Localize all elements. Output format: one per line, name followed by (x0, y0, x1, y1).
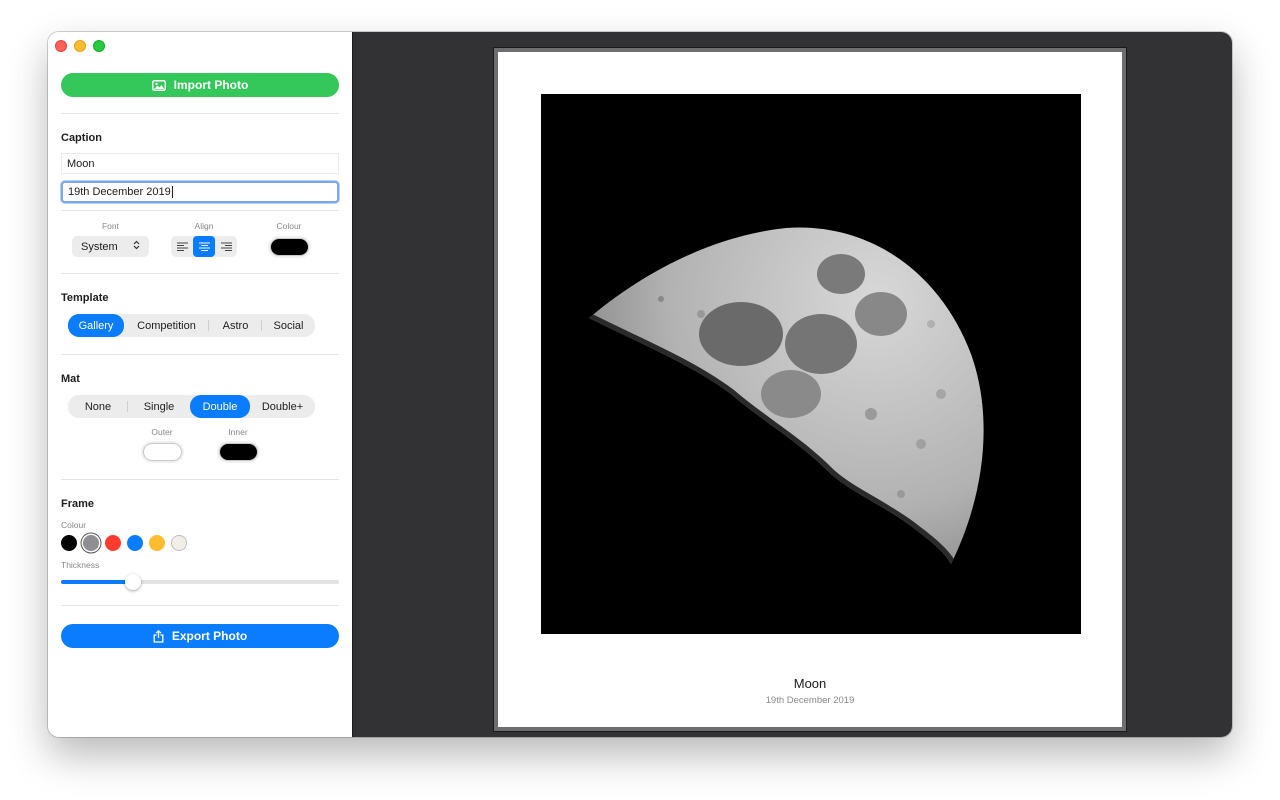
align-center-icon (198, 238, 210, 256)
framed-print: Moon 19th December 2019 (494, 48, 1126, 731)
moon-photo (541, 94, 1081, 634)
align-center-button[interactable] (193, 236, 215, 257)
mat-double[interactable]: Double (190, 395, 250, 418)
align-right-button[interactable] (215, 236, 237, 257)
divider (61, 605, 339, 606)
mat-segmented-control: None Single Double Double+ (68, 395, 315, 418)
mat-single[interactable]: Single (128, 395, 190, 418)
frame-colour-swatch[interactable] (171, 535, 187, 551)
divider (61, 210, 339, 211)
font-label: Font (101, 221, 119, 231)
template-segmented-control: Gallery Competition Astro Social (68, 314, 315, 337)
caption-subtitle-value: 19th December 2019 (68, 186, 171, 198)
frame-heading: Frame (61, 498, 95, 510)
caption-heading: Caption (61, 132, 102, 144)
window-controls (55, 40, 105, 52)
mat-double-plus[interactable]: Double+ (250, 395, 315, 418)
export-photo-button[interactable]: Export Photo (61, 624, 339, 648)
photo-icon (151, 79, 166, 91)
slider-knob[interactable] (125, 574, 142, 590)
template-social[interactable]: Social (262, 314, 315, 337)
import-photo-button[interactable]: Import Photo (61, 73, 339, 97)
divider (61, 479, 339, 480)
template-gallery[interactable]: Gallery (68, 314, 124, 337)
mat-inner-label: Inner (228, 427, 248, 437)
align-right-icon (220, 238, 232, 256)
moon-image (541, 94, 1081, 634)
caption-title-field[interactable]: Moon (61, 153, 339, 174)
align-left-button[interactable] (171, 236, 193, 257)
font-select-value: System (81, 240, 118, 253)
app-window: Import Photo Caption Moon 19th December … (48, 32, 1232, 737)
print-caption-title: Moon (793, 676, 827, 691)
frame-colour-palette (61, 535, 187, 551)
caption-subtitle-field[interactable]: 19th December 2019 (61, 181, 339, 203)
template-heading: Template (61, 292, 109, 304)
frame-colour-swatch[interactable] (105, 535, 121, 551)
align-label: Align (194, 221, 214, 231)
mat-heading: Mat (61, 373, 80, 385)
text-caret (171, 186, 173, 198)
frame-colour-swatch[interactable] (149, 535, 165, 551)
chevron-up-down-icon (133, 240, 140, 253)
divider (61, 273, 339, 274)
frame-colour-swatch[interactable] (127, 535, 143, 551)
template-competition[interactable]: Competition (124, 314, 209, 337)
preview-canvas: Moon 19th December 2019 (353, 32, 1232, 737)
print-caption-subtitle: 19th December 2019 (765, 695, 855, 706)
mat-inner-colour-well[interactable] (219, 443, 258, 461)
frame-colour-label: Colour (61, 520, 87, 530)
font-select[interactable]: System (72, 236, 149, 257)
template-astro[interactable]: Astro (209, 314, 262, 337)
frame-colour-swatch[interactable] (83, 535, 99, 551)
mat-outer-label: Outer (151, 427, 173, 437)
minimize-window-button[interactable] (74, 40, 86, 52)
maximize-window-button[interactable] (93, 40, 105, 52)
divider (61, 354, 339, 355)
align-left-icon (176, 238, 188, 256)
divider (61, 113, 339, 114)
frame-colour-swatch[interactable] (61, 535, 77, 551)
align-control (171, 236, 237, 257)
export-photo-label: Export Photo (171, 629, 248, 643)
caption-colour-well[interactable] (270, 238, 309, 256)
import-photo-label: Import Photo (173, 78, 249, 92)
colour-label: Colour (276, 221, 302, 231)
share-icon (153, 629, 164, 643)
close-window-button[interactable] (55, 40, 67, 52)
frame-thickness-label: Thickness (61, 560, 100, 570)
mat-none[interactable]: None (68, 395, 128, 418)
slider-fill (61, 580, 134, 584)
mat-outer-colour-well[interactable] (143, 443, 182, 461)
frame-thickness-slider[interactable] (61, 574, 339, 590)
sidebar: Import Photo Caption Moon 19th December … (48, 32, 353, 737)
